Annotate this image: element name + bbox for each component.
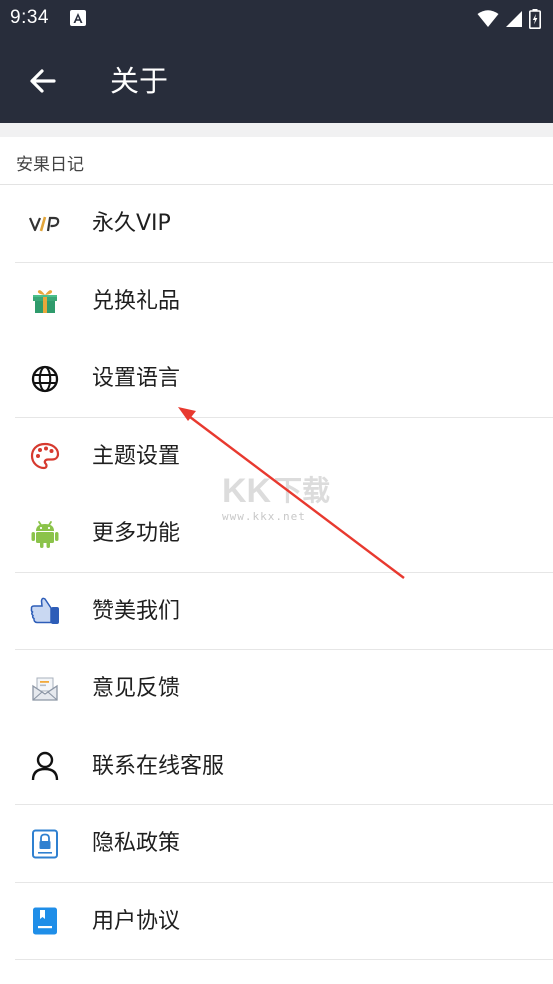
vip-icon	[28, 209, 62, 239]
menu-item-label: 用户协议	[92, 908, 181, 934]
section-spacer	[0, 123, 553, 137]
menu-item-customer-service[interactable]: 联系在线客服	[0, 728, 553, 805]
about-menu-list: 永久VIP 兑换礼品 设置语言 主题设置 更多功能 赞美我们 意见反馈 联系在线…	[0, 185, 553, 960]
menu-item-more-features[interactable]: 更多功能	[0, 495, 553, 573]
status-bar: 9:34	[0, 0, 553, 38]
menu-item-label: 主题设置	[92, 443, 181, 469]
section-header: 安果日记	[16, 155, 84, 175]
menu-item-label: 更多功能	[92, 521, 181, 546]
menu-item-theme[interactable]: 主题设置	[0, 418, 553, 496]
menu-item-label: 隐私政策	[92, 831, 181, 856]
feedback-mail-icon	[28, 674, 62, 704]
menu-item-feedback[interactable]: 意见反馈	[0, 650, 553, 728]
user-icon	[28, 751, 62, 781]
divider	[15, 959, 553, 960]
gift-icon	[28, 286, 62, 316]
back-arrow-icon[interactable]	[24, 62, 62, 100]
menu-item-label: 设置语言	[92, 366, 181, 391]
status-time: 9:34	[10, 7, 49, 28]
menu-item-vip[interactable]: 永久VIP	[0, 185, 553, 263]
battery-icon	[529, 9, 541, 29]
menu-item-label: 赞美我们	[92, 598, 181, 624]
a-notification-icon	[70, 10, 86, 26]
menu-item-praise-us[interactable]: 赞美我们	[0, 573, 553, 650]
wifi-icon	[477, 10, 499, 27]
android-icon	[28, 519, 62, 549]
menu-item-user-agreement[interactable]: 用户协议	[0, 883, 553, 960]
app-bar: 关于	[0, 38, 553, 123]
privacy-lock-icon	[28, 829, 62, 859]
status-icons	[477, 8, 541, 30]
menu-item-label: 永久VIP	[92, 211, 171, 236]
palette-icon	[28, 441, 62, 471]
menu-item-label: 联系在线客服	[92, 753, 225, 779]
menu-item-label: 兑换礼品	[92, 288, 181, 314]
menu-item-privacy-policy[interactable]: 隐私政策	[0, 805, 553, 883]
menu-item-language[interactable]: 设置语言	[0, 340, 553, 418]
menu-item-redeem-gift[interactable]: 兑换礼品	[0, 263, 553, 341]
agreement-doc-icon	[28, 906, 62, 936]
menu-item-label: 意见反馈	[92, 676, 181, 701]
thumbs-up-icon	[28, 596, 62, 626]
globe-icon	[28, 364, 62, 394]
signal-icon	[506, 11, 522, 27]
page-title: 关于	[110, 64, 169, 98]
